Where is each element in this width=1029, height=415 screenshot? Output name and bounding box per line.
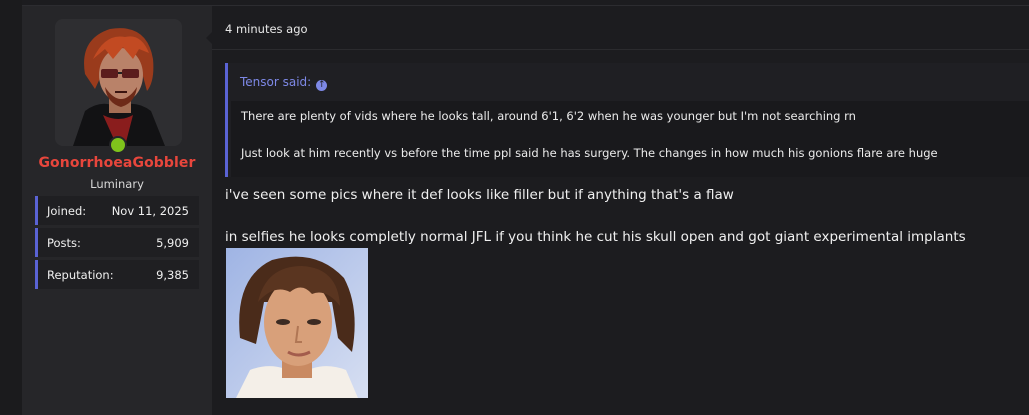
quote-line: Just look at him recently vs before the …	[241, 146, 938, 160]
forum-post: GonorrhoeaGobbler Luminary Joined: Nov 1…	[22, 5, 1029, 415]
stat-joined: Joined: Nov 11, 2025	[35, 196, 199, 225]
stat-value: 5,909	[156, 236, 189, 250]
quote-body: There are plenty of vids where he looks …	[231, 101, 1029, 177]
online-status-icon	[109, 136, 127, 154]
user-info-panel: GonorrhoeaGobbler Luminary Joined: Nov 1…	[22, 6, 212, 415]
page-gutter	[0, 0, 22, 414]
quote-author-link[interactable]: Tensor said: ↑	[240, 75, 328, 91]
post-content: 4 minutes ago Tensor said: ↑ There are pl…	[212, 6, 1029, 415]
stat-reputation: Reputation: 9,385	[35, 260, 199, 289]
stat-value: 9,385	[156, 268, 189, 282]
username[interactable]: GonorrhoeaGobbler	[22, 155, 212, 171]
stat-posts: Posts: 5,909	[35, 228, 199, 257]
photo-image	[226, 248, 368, 398]
arrow-up-circle-icon[interactable]: ↑	[316, 80, 328, 91]
quote-block: Tensor said: ↑ There are plenty of vids w…	[225, 63, 1029, 177]
quote-line: There are plenty of vids where he looks …	[241, 109, 856, 123]
quote-author[interactable]: Tensor said:	[240, 75, 311, 89]
post-timestamp[interactable]: 4 minutes ago	[225, 22, 308, 36]
attached-photo[interactable]	[226, 248, 368, 398]
post-text-line: i've seen some pics where it def looks l…	[225, 187, 734, 203]
stat-label: Reputation:	[47, 268, 114, 282]
avatar-image	[55, 19, 182, 146]
user-title: Luminary	[90, 177, 144, 191]
stat-label: Joined:	[47, 204, 87, 218]
avatar[interactable]	[55, 19, 182, 146]
stat-value: Nov 11, 2025	[111, 204, 189, 218]
stat-label: Posts:	[47, 236, 81, 250]
post-text-line: in selfies he looks completly normal JFL…	[225, 229, 966, 245]
header-divider	[212, 49, 1029, 50]
